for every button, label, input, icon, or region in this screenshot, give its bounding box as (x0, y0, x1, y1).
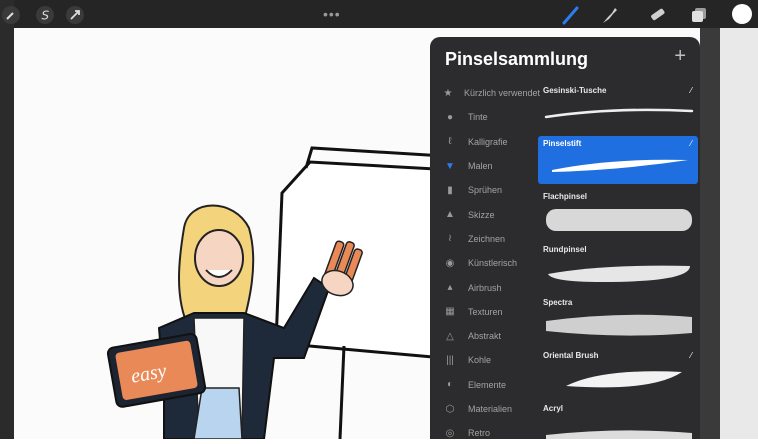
eraser-icon[interactable] (646, 4, 668, 26)
calligraphy-icon: ℓ (448, 136, 452, 148)
brush-stroke-preview (566, 371, 682, 388)
edit-mark-icon: ⁄ (690, 86, 692, 95)
brush-name: Flachpinsel (543, 192, 588, 201)
retro-icon: ◎ (445, 427, 455, 439)
panel-title: Pinselsammlung (445, 49, 589, 69)
brush-item[interactable]: Flachpinsel (538, 189, 698, 237)
canvas-right-shadow (700, 28, 720, 439)
pencil-icon: ▲ (445, 209, 455, 221)
category-charcoal[interactable]: ||| Kohle (430, 348, 540, 372)
selection-s-icon[interactable]: S (34, 4, 56, 26)
brush-stroke-preview (552, 159, 688, 172)
edit-mark-icon: ⁄ (690, 139, 692, 148)
brush-stroke-preview (544, 108, 694, 119)
brush-icon[interactable] (560, 4, 582, 26)
cube-icon: ⬡ (445, 403, 455, 415)
brush-stroke-preview (548, 265, 690, 282)
category-spray[interactable]: ▮ Sprühen (430, 178, 540, 202)
left-sidebar (0, 0, 14, 439)
wrench-icon[interactable] (0, 4, 22, 26)
brush-category-list: ★ Kürzlich verwendet ● Tinte ℓ Kalligrafie … (430, 81, 540, 439)
category-recent[interactable]: ★ Kürzlich verwendet (430, 81, 540, 105)
arrow-icon[interactable] (64, 4, 86, 26)
brush-stroke-preview (546, 314, 692, 336)
edit-mark-icon: ⁄ (690, 351, 692, 360)
brush-item[interactable]: Spectra (538, 295, 698, 343)
category-abstract[interactable]: △ Abstrakt (430, 324, 540, 348)
svg-text:S: S (42, 9, 50, 23)
brush-item-selected[interactable]: Pinselstift ⁄ (538, 136, 698, 184)
brush-name: Gesinski-Tusche (543, 86, 607, 95)
category-retro[interactable]: ◎ Retro (430, 421, 540, 439)
layers-icon[interactable] (688, 4, 710, 26)
category-materials[interactable]: ⬡ Materialien (430, 397, 540, 421)
star-icon: ★ (443, 87, 453, 99)
triangle-icon: △ (446, 330, 454, 342)
color-picker-swatch[interactable] (732, 4, 752, 24)
texture-icon: ▦ (445, 306, 455, 318)
brush-item[interactable]: Acryl (538, 401, 698, 439)
brush-stroke-preview (546, 430, 692, 439)
category-airbrush[interactable]: ▴ Airbrush (430, 275, 540, 299)
more-options-dots[interactable]: ••• (323, 6, 341, 22)
airbrush-icon: ▴ (447, 282, 453, 294)
ink-drop-icon: ● (446, 111, 454, 123)
brush-library-panel: Pinselsammlung + ★ Kürzlich verwendet ● Ti… (430, 37, 700, 439)
brush-stroke-preview (546, 209, 692, 231)
smudge-icon[interactable] (598, 4, 620, 26)
top-toolbar (0, 0, 758, 28)
brush-name: Oriental Brush (543, 351, 599, 360)
brush-name: Pinselstift (543, 139, 582, 148)
add-brush-button[interactable]: + (674, 46, 686, 66)
category-calligraphy[interactable]: ℓ Kalligrafie (430, 130, 540, 154)
procreate-window: easy S ••• Pinselsammlung + ★ Kürzlich v… (0, 0, 758, 440)
category-paint[interactable]: ▼ Malen (430, 154, 540, 178)
category-draw[interactable]: ≀ Zeichnen (430, 227, 540, 251)
category-ink[interactable]: ● Tinte (430, 105, 540, 129)
category-textures[interactable]: ▦ Texturen (430, 300, 540, 324)
brush-item[interactable]: Rundpinsel (538, 242, 698, 290)
brush-item[interactable]: Gesinski-Tusche ⁄ (538, 83, 698, 131)
paint-icon: ▼ (445, 160, 455, 172)
flipchart (274, 146, 456, 440)
brush-item[interactable]: Oriental Brush ⁄ (538, 348, 698, 396)
draw-icon: ≀ (448, 233, 452, 245)
category-sketch[interactable]: ▲ Skizze (430, 202, 540, 226)
charcoal-icon: ||| (446, 354, 454, 366)
category-elements[interactable]: ◐ Elemente (430, 373, 540, 397)
spray-icon: ▮ (447, 184, 453, 196)
elements-icon: ◐ (446, 379, 454, 391)
palette-icon: ◉ (445, 257, 455, 269)
brush-name: Spectra (543, 298, 573, 307)
brush-name: Rundpinsel (543, 245, 587, 254)
brush-name: Acryl (543, 404, 564, 413)
category-artistic[interactable]: ◉ Künstlerisch (430, 251, 540, 275)
brush-list: Gesinski-Tusche ⁄ Pinselstift ⁄ Flachpin… (538, 83, 698, 439)
